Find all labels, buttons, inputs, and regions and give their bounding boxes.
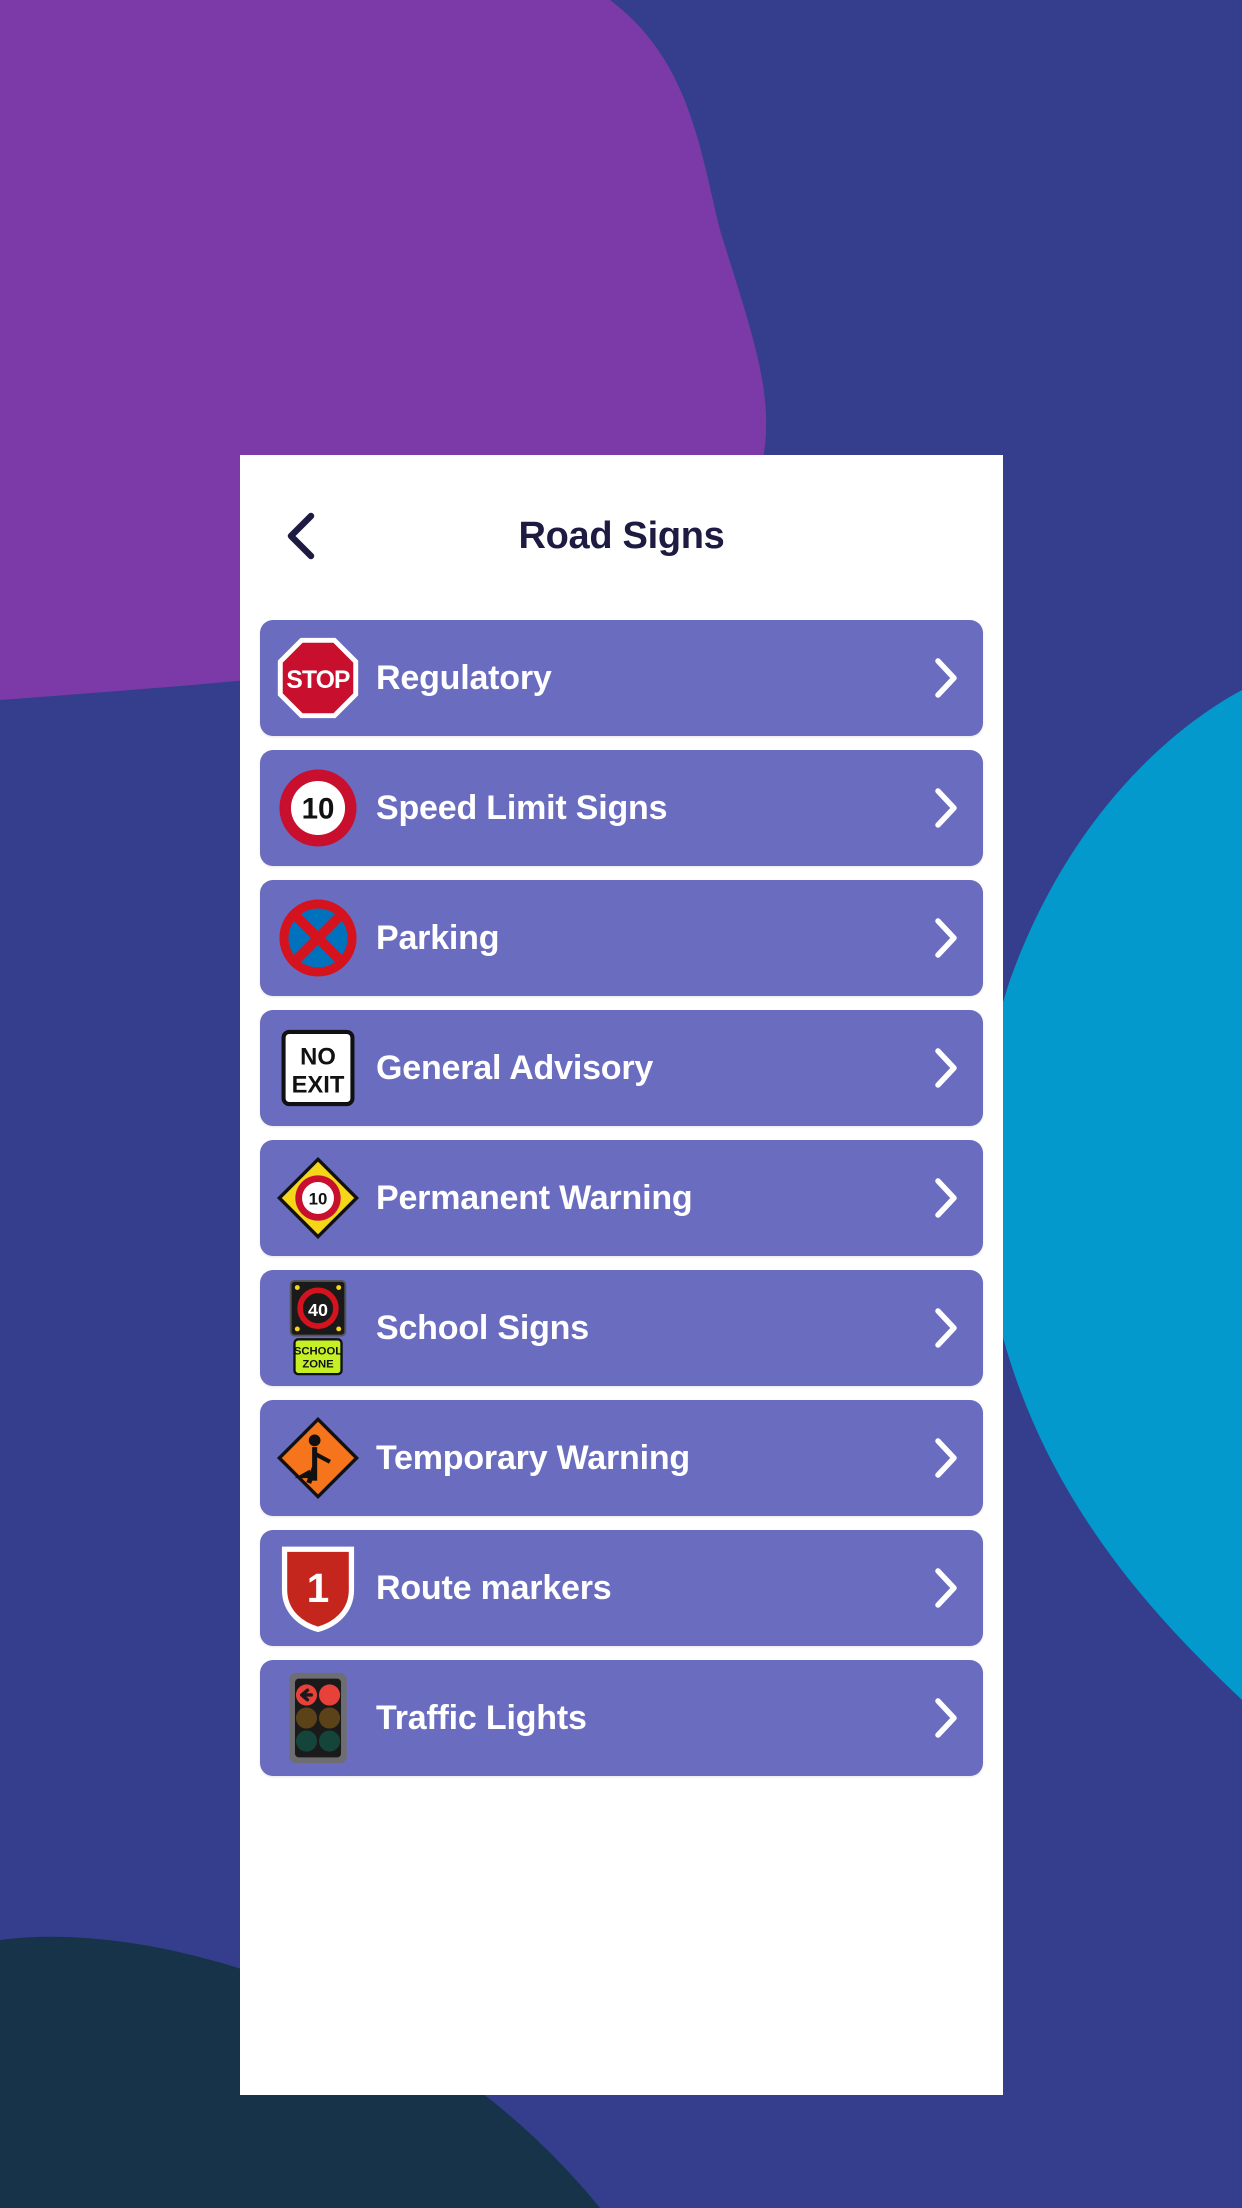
svg-text:EXIT: EXIT [292, 1072, 345, 1099]
svg-text:NO: NO [300, 1044, 336, 1071]
list-item-label: School Signs [376, 1308, 589, 1347]
svg-text:10: 10 [309, 1190, 328, 1209]
road-sign-category-list: STOP Regulatory 10 Speed Limit Signs Par… [260, 620, 983, 1776]
list-item-label: Speed Limit Signs [376, 788, 668, 827]
list-item-speed-limit-signs[interactable]: 10 Speed Limit Signs [260, 750, 983, 866]
list-item-regulatory[interactable]: STOP Regulatory [260, 620, 983, 736]
list-item-label: Regulatory [376, 658, 552, 697]
list-item-label: Permanent Warning [376, 1178, 693, 1217]
svg-text:ZONE: ZONE [302, 1359, 334, 1371]
list-item-traffic-lights[interactable]: Traffic Lights [260, 1660, 983, 1776]
page-title: Road Signs [518, 514, 725, 557]
chevron-right-icon[interactable] [909, 1010, 983, 1126]
chevron-right-icon[interactable] [909, 1140, 983, 1256]
no-stopping-sign-icon [260, 880, 376, 996]
chevron-right-icon[interactable] [909, 1660, 983, 1776]
list-item-label: Temporary Warning [376, 1438, 690, 1477]
roadworks-sign-icon [260, 1400, 376, 1516]
list-item-label: Traffic Lights [376, 1698, 587, 1737]
list-item-school-signs[interactable]: 40 SCHOOL ZONE School Signs [260, 1270, 983, 1386]
chevron-right-icon[interactable] [909, 1400, 983, 1516]
chevron-right-icon[interactable] [909, 1270, 983, 1386]
list-item-label: Route markers [376, 1568, 612, 1607]
app-header: Road Signs [240, 455, 1003, 620]
svg-text:SCHOOL: SCHOOL [294, 1345, 342, 1357]
chevron-right-icon[interactable] [909, 620, 983, 736]
svg-text:STOP: STOP [286, 667, 350, 694]
list-item-label: Parking [376, 918, 500, 957]
list-item-label: General Advisory [376, 1048, 654, 1087]
list-item-parking[interactable]: Parking [260, 880, 983, 996]
no-exit-sign-icon: NO EXIT [260, 1010, 376, 1126]
phone-screen: Road Signs STOP Regulatory 10 Speed Limi… [240, 455, 1003, 2095]
chevron-right-icon[interactable] [909, 880, 983, 996]
stop-sign-icon: STOP [260, 620, 376, 736]
school-zone-sign-icon: 40 SCHOOL ZONE [260, 1270, 376, 1386]
list-item-permanent-warning[interactable]: 10 Permanent Warning [260, 1140, 983, 1256]
list-item-route-markers[interactable]: 1 Route markers [260, 1530, 983, 1646]
chevron-right-icon[interactable] [909, 750, 983, 866]
traffic-light-icon [260, 1660, 376, 1776]
list-item-temporary-warning[interactable]: Temporary Warning [260, 1400, 983, 1516]
list-item-general-advisory[interactable]: NO EXIT General Advisory [260, 1010, 983, 1126]
warning-diamond-sign-icon: 10 [260, 1140, 376, 1256]
svg-text:10: 10 [302, 793, 335, 826]
speed-limit-sign-icon: 10 [260, 750, 376, 866]
svg-text:1: 1 [307, 1565, 330, 1611]
route-shield-icon: 1 [260, 1530, 376, 1646]
chevron-right-icon[interactable] [909, 1530, 983, 1646]
svg-text:40: 40 [308, 1300, 328, 1320]
